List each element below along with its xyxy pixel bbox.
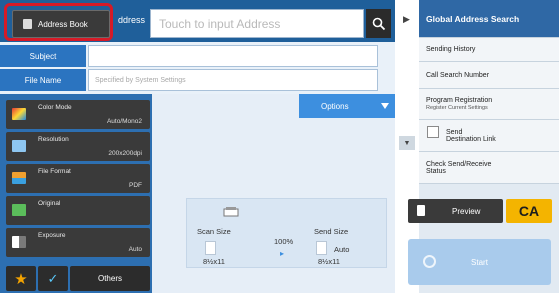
send-destination-link-item[interactable]: Send Destination Link bbox=[419, 120, 559, 152]
options-button[interactable]: Options bbox=[299, 94, 395, 118]
color-mode-button[interactable]: Color Mode Auto/Mono2 bbox=[6, 100, 150, 129]
preview-icon bbox=[417, 205, 425, 216]
global-address-search-label: Global Address Search bbox=[426, 13, 520, 24]
preview-label: Preview bbox=[452, 206, 481, 216]
color-mode-value: Auto/Mono2 bbox=[106, 118, 142, 125]
collapse-icon[interactable]: ▶ bbox=[403, 14, 410, 25]
file-format-icon bbox=[12, 172, 26, 184]
address-input[interactable]: Touch to input Address bbox=[150, 9, 364, 38]
check-status-sub: Status bbox=[426, 167, 446, 175]
scan-size-label: Scan Size bbox=[197, 227, 231, 236]
address-book-icon bbox=[23, 19, 32, 29]
file-name-field[interactable]: Specified by System Settings bbox=[88, 69, 378, 91]
program-registration-sub: Register Current Settings bbox=[426, 105, 488, 111]
file-name-placeholder: Specified by System Settings bbox=[95, 76, 186, 84]
fax-send-screen: Address Book ddress Touch to input Addre… bbox=[0, 0, 559, 293]
others-button[interactable]: Others bbox=[70, 266, 150, 291]
send-page-icon bbox=[316, 241, 327, 255]
destination-link-label: Destination Link bbox=[446, 135, 496, 143]
resolution-button[interactable]: Resolution 200x200dpi bbox=[6, 132, 150, 161]
exposure-button[interactable]: Exposure Auto bbox=[6, 228, 150, 257]
star-icon: ★ bbox=[14, 270, 28, 288]
original-icon bbox=[12, 204, 26, 216]
start-icon bbox=[423, 255, 436, 268]
options-label: Options bbox=[321, 101, 349, 111]
checkmark-icon: ✓ bbox=[47, 270, 59, 286]
destination-link-checkbox[interactable] bbox=[427, 126, 439, 138]
file-format-value: PDF bbox=[129, 182, 142, 189]
original-button[interactable]: Original bbox=[6, 196, 150, 225]
resolution-value: 200x200dpi bbox=[108, 150, 142, 157]
scroll-down-button[interactable]: ▼ bbox=[399, 136, 415, 150]
check-status-item[interactable]: Check Send/Receive Status bbox=[419, 152, 559, 184]
color-mode-title: Color Mode bbox=[38, 104, 72, 111]
address-book-button[interactable]: Address Book bbox=[12, 10, 110, 38]
favorite-button[interactable]: ★ bbox=[6, 266, 36, 291]
start-label: Start bbox=[471, 257, 488, 267]
address-placeholder: Touch to input Address bbox=[159, 16, 281, 31]
size-panel: Scan Size 8½x11 100% ▸ Send Size Auto 8½… bbox=[186, 198, 387, 268]
caret-down-icon bbox=[381, 103, 389, 109]
subject-field[interactable] bbox=[88, 45, 378, 67]
send-destination-label: Send bbox=[446, 128, 463, 136]
send-size-label: Send Size bbox=[314, 227, 349, 236]
resolution-icon bbox=[12, 140, 26, 152]
search-icon bbox=[372, 17, 385, 30]
exposure-title: Exposure bbox=[38, 232, 66, 239]
call-search-number-item[interactable]: Call Search Number bbox=[419, 62, 559, 89]
color-mode-icon bbox=[12, 108, 26, 120]
send-size-value: 8½x11 bbox=[318, 257, 340, 266]
sending-history-label: Sending History bbox=[426, 46, 476, 53]
scan-page-icon bbox=[205, 241, 216, 255]
clear-all-button[interactable]: CA bbox=[506, 199, 552, 223]
preview-button[interactable]: Preview bbox=[408, 199, 503, 223]
exposure-value: Auto bbox=[128, 246, 142, 253]
exposure-icon bbox=[12, 236, 26, 248]
sending-history-item[interactable]: Sending History bbox=[419, 38, 559, 62]
ratio-value: 100% bbox=[274, 237, 294, 246]
program-registration-label: Program Registration bbox=[426, 97, 493, 104]
file-format-title: File Format bbox=[38, 168, 71, 175]
call-search-number-label: Call Search Number bbox=[426, 71, 490, 79]
arrow-right-icon: ▸ bbox=[280, 249, 285, 258]
start-button[interactable]: Start bbox=[408, 239, 551, 285]
scanner-icon bbox=[223, 207, 239, 217]
ca-label: CA bbox=[518, 203, 540, 219]
file-format-button[interactable]: File Format PDF bbox=[6, 164, 150, 193]
others-label: Others bbox=[97, 274, 122, 283]
search-button[interactable] bbox=[366, 9, 391, 38]
resolution-title: Resolution bbox=[38, 136, 69, 143]
program-registration-item[interactable]: Program Registration Register Current Se… bbox=[419, 89, 559, 120]
address-book-label: Address Book bbox=[38, 19, 88, 29]
subject-label: Subject bbox=[0, 45, 86, 67]
check-status-label: Check Send/Receive bbox=[426, 160, 492, 168]
address-label: ddress bbox=[118, 15, 146, 25]
send-mode-value: Auto bbox=[334, 245, 350, 254]
file-name-label: File Name bbox=[0, 69, 86, 91]
original-title: Original bbox=[38, 200, 61, 207]
confirm-button[interactable]: ✓ bbox=[38, 266, 68, 291]
scan-size-value: 8½x11 bbox=[203, 257, 225, 266]
global-address-search-item[interactable]: Global Address Search bbox=[419, 0, 559, 38]
